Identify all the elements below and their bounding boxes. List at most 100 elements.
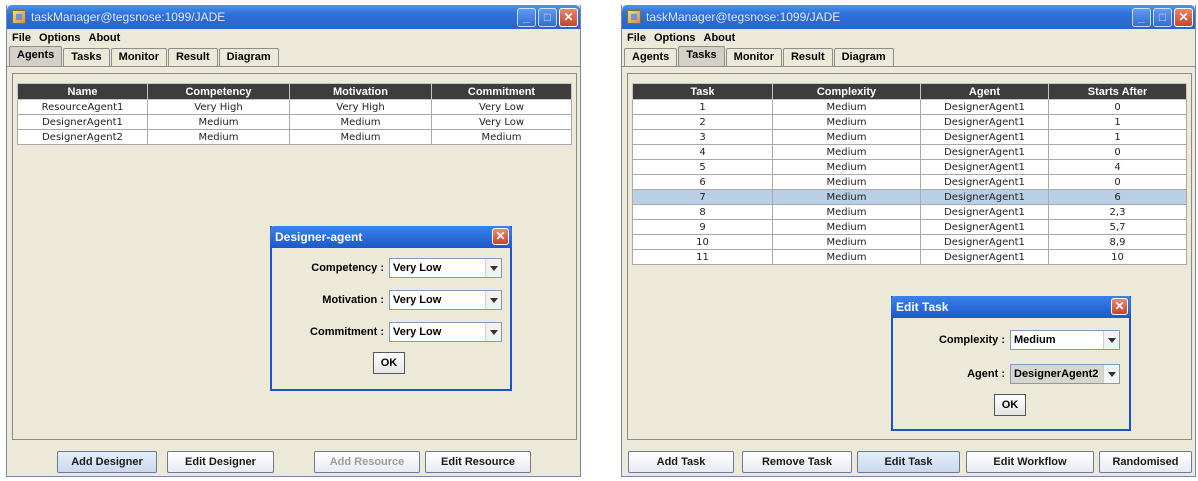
table-row[interactable]: 1 Medium DesignerAgent1 0 — [632, 99, 1187, 115]
tab-tasks[interactable]: Tasks — [63, 48, 110, 66]
column-header-starts-after[interactable]: Starts After — [1048, 83, 1187, 100]
cell-task: 10 — [632, 234, 773, 250]
add-task-button[interactable]: Add Task — [628, 451, 734, 473]
table-row[interactable]: 10 Medium DesignerAgent1 8,9 — [632, 234, 1187, 250]
menu-about[interactable]: About — [89, 32, 121, 44]
table-row[interactable]: 7 Medium DesignerAgent1 6 — [632, 189, 1187, 205]
title-bar[interactable]: taskManager@tegsnose:1099/JADE _ □ ✕ — [622, 5, 1195, 29]
table-row[interactable]: 9 Medium DesignerAgent1 5,7 — [632, 219, 1187, 235]
cell-agent: DesignerAgent1 — [920, 204, 1049, 220]
maximize-button[interactable]: □ — [538, 8, 557, 27]
cell-agent: DesignerAgent1 — [920, 234, 1049, 250]
table-row[interactable]: 8 Medium DesignerAgent1 2,3 — [632, 204, 1187, 220]
cell-starts-after: 0 — [1048, 174, 1187, 190]
menu-about[interactable]: About — [704, 32, 736, 44]
motivation-combo[interactable]: Very Low — [389, 290, 502, 310]
chevron-down-icon[interactable] — [1103, 331, 1119, 349]
cell-complexity: Medium — [772, 114, 921, 130]
cell-name: DesignerAgent1 — [17, 114, 148, 130]
close-button[interactable]: ✕ — [559, 8, 578, 27]
dialog-title-bar[interactable]: Edit Task ✕ — [891, 296, 1131, 318]
tab-diagram[interactable]: Diagram — [218, 48, 279, 66]
cell-complexity: Medium — [772, 249, 921, 265]
cell-agent: DesignerAgent1 — [920, 99, 1049, 115]
cell-agent: DesignerAgent1 — [920, 189, 1049, 205]
chevron-down-icon[interactable] — [485, 291, 501, 309]
ok-button[interactable]: OK — [373, 352, 405, 374]
title-bar[interactable]: taskManager@tegsnose:1099/JADE _ □ ✕ — [7, 5, 580, 29]
menu-file[interactable]: File — [627, 32, 646, 44]
tab-diagram[interactable]: Diagram — [833, 48, 894, 66]
column-header-commitment[interactable]: Commitment — [431, 83, 572, 100]
close-button[interactable]: ✕ — [1174, 8, 1193, 27]
ok-button[interactable]: OK — [994, 394, 1026, 416]
maximize-button[interactable]: □ — [1153, 8, 1172, 27]
table-row[interactable]: 6 Medium DesignerAgent1 0 — [632, 174, 1187, 190]
edit-resource-button[interactable]: Edit Resource — [425, 451, 531, 473]
chevron-down-icon[interactable] — [485, 323, 501, 341]
complexity-combo[interactable]: Medium — [1010, 330, 1120, 350]
remove-task-button[interactable]: Remove Task — [742, 451, 852, 473]
cell-complexity: Medium — [772, 159, 921, 175]
menu-options[interactable]: Options — [654, 32, 696, 44]
add-designer-button[interactable]: Add Designer — [57, 451, 157, 473]
chevron-down-icon[interactable] — [1103, 365, 1119, 383]
agent-label: Agent : — [967, 368, 1005, 380]
tab-result[interactable]: Result — [167, 48, 218, 66]
tab-result[interactable]: Result — [782, 48, 833, 66]
table-row[interactable]: 5 Medium DesignerAgent1 4 — [632, 159, 1187, 175]
action-buttons: Add Designer Edit Designer Add Resource … — [7, 451, 580, 475]
table-row[interactable]: 11 Medium DesignerAgent1 10 — [632, 249, 1187, 265]
tab-monitor[interactable]: Monitor — [725, 48, 782, 66]
column-header-agent[interactable]: Agent — [920, 83, 1049, 100]
table-row[interactable]: DesignerAgent1 Medium Medium Very Low — [17, 114, 572, 130]
tab-agents[interactable]: Agents — [9, 46, 63, 66]
dialog-title-bar[interactable]: Designer-agent ✕ — [270, 226, 512, 248]
chevron-down-icon[interactable] — [485, 259, 501, 277]
column-header-motivation[interactable]: Motivation — [289, 83, 432, 100]
commitment-combo[interactable]: Very Low — [389, 322, 502, 342]
menu-file[interactable]: File — [12, 32, 31, 44]
cell-complexity: Medium — [772, 234, 921, 250]
column-header-complexity[interactable]: Complexity — [772, 83, 921, 100]
cell-starts-after: 1 — [1048, 129, 1187, 145]
dialog-close-button[interactable]: ✕ — [492, 228, 509, 245]
table-row[interactable]: 3 Medium DesignerAgent1 1 — [632, 129, 1187, 145]
tab-agents[interactable]: Agents — [624, 48, 678, 66]
cell-starts-after: 0 — [1048, 144, 1187, 160]
motivation-label: Motivation : — [322, 294, 384, 306]
cell-starts-after: 10 — [1048, 249, 1187, 265]
competency-value: Very Low — [393, 262, 442, 274]
cell-agent: DesignerAgent1 — [920, 219, 1049, 235]
add-resource-button[interactable]: Add Resource — [314, 451, 420, 473]
dialog-close-button[interactable]: ✕ — [1111, 298, 1128, 315]
tab-tasks[interactable]: Tasks — [678, 46, 725, 66]
cell-task: 9 — [632, 219, 773, 235]
randomised-button[interactable]: Randomised — [1099, 451, 1192, 473]
column-header-task[interactable]: Task — [632, 83, 773, 100]
table-row[interactable]: DesignerAgent2 Medium Medium Medium — [17, 129, 572, 145]
agents-table: Name Competency Motivation Commitment Re… — [17, 83, 572, 145]
competency-combo[interactable]: Very Low — [389, 258, 502, 278]
cell-starts-after: 5,7 — [1048, 219, 1187, 235]
dialog-title: Designer-agent — [275, 230, 363, 244]
edit-designer-button[interactable]: Edit Designer — [167, 451, 274, 473]
minimize-button[interactable]: _ — [517, 8, 536, 27]
edit-task-button[interactable]: Edit Task — [857, 451, 960, 473]
edit-workflow-button[interactable]: Edit Workflow — [966, 451, 1094, 473]
table-row[interactable]: ResourceAgent1 Very High Very High Very … — [17, 99, 572, 115]
tab-bar: Agents Tasks Monitor Result Diagram — [622, 46, 1195, 67]
menu-bar: File Options About — [7, 29, 580, 47]
cell-starts-after: 1 — [1048, 114, 1187, 130]
cell-complexity: Medium — [772, 174, 921, 190]
tab-monitor[interactable]: Monitor — [110, 48, 167, 66]
table-row[interactable]: 4 Medium DesignerAgent1 0 — [632, 144, 1187, 160]
cell-agent: DesignerAgent1 — [920, 159, 1049, 175]
menu-options[interactable]: Options — [39, 32, 81, 44]
minimize-button[interactable]: _ — [1132, 8, 1151, 27]
agent-combo[interactable]: DesignerAgent2 — [1010, 364, 1120, 384]
tasks-panel: Task Complexity Agent Starts After 1 Medi… — [627, 73, 1192, 440]
column-header-name[interactable]: Name — [17, 83, 148, 100]
table-row[interactable]: 2 Medium DesignerAgent1 1 — [632, 114, 1187, 130]
column-header-competency[interactable]: Competency — [147, 83, 290, 100]
